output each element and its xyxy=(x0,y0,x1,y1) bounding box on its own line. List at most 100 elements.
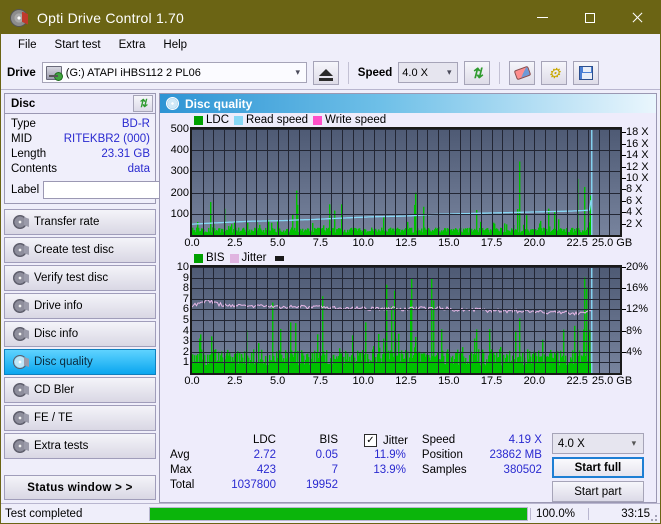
y2-tick-label: 10 X xyxy=(626,172,649,184)
gridline-v xyxy=(385,129,386,235)
legend-label: Read speed xyxy=(246,114,309,126)
menu-file[interactable]: File xyxy=(9,37,46,53)
erase-button[interactable] xyxy=(509,60,536,85)
y2-tick xyxy=(622,155,626,157)
sidebar-item-extra-tests[interactable]: Extra tests xyxy=(4,433,156,459)
y2-tick-label: 14 X xyxy=(626,149,649,162)
sidebar-item-fe-te[interactable]: FE / TE xyxy=(4,405,156,431)
eject-icon xyxy=(318,69,333,81)
sidebar-item-label: Disc info xyxy=(34,328,79,340)
save-button[interactable] xyxy=(573,60,600,85)
tools-button[interactable]: ⚙ xyxy=(541,60,568,85)
legend-bis: BIS xyxy=(194,252,225,264)
x-tick-label: 20.0 xyxy=(523,375,546,387)
close-button[interactable] xyxy=(613,1,660,34)
gridline-v xyxy=(417,267,418,373)
gridline-v xyxy=(449,267,450,373)
y2-tick-label: 20% xyxy=(626,261,649,273)
gridline-v xyxy=(310,267,311,373)
sidebar-item-disc-info[interactable]: Disc info xyxy=(4,321,156,347)
x-tick-label: 7.5 xyxy=(312,237,329,249)
sidebar-item-disc-quality[interactable]: Disc quality xyxy=(4,349,156,375)
y-tick-label: 10 xyxy=(176,261,189,273)
y-tick-label: 9 xyxy=(182,271,189,284)
eject-button[interactable] xyxy=(312,60,339,85)
drive-icon xyxy=(45,65,63,81)
test-speed-value: 4.0 X xyxy=(557,437,585,450)
gridline-v xyxy=(385,267,386,373)
disc-test-icon xyxy=(13,215,27,229)
gridline-v xyxy=(342,267,343,373)
chart2-plot-area[interactable] xyxy=(190,265,622,375)
disc-row-length: Length 23.31 GB xyxy=(11,147,150,162)
sidebar-item-label: FE / TE xyxy=(34,412,73,424)
menu-extra[interactable]: Extra xyxy=(110,37,155,53)
sidebar-item-drive-info[interactable]: Drive info xyxy=(4,293,156,319)
test-speed-select[interactable]: 4.0 X ▾ xyxy=(551,433,644,454)
opti-drive-control-window: Opti Drive Control 1.70 File Start test … xyxy=(0,0,661,524)
legend-swatch-icon xyxy=(194,253,203,263)
gridline-v xyxy=(609,129,610,235)
gridline-v xyxy=(213,129,214,235)
x-tick-label: 2.5 xyxy=(227,237,243,249)
sidebar-item-transfer-rate[interactable]: Transfer rate xyxy=(4,209,156,235)
menu-start-test[interactable]: Start test xyxy=(46,37,110,53)
gridline-v xyxy=(235,267,236,373)
y-tick-label: 7 xyxy=(182,292,189,305)
sidebar-item-verify-test-disc[interactable]: Verify test disc xyxy=(4,265,156,291)
x-tick-label: 10.0 xyxy=(352,237,374,249)
x-tick-label: 22.5 xyxy=(566,375,588,387)
disc-info-icon xyxy=(13,327,27,341)
gridline-v xyxy=(438,267,439,373)
gridline-v xyxy=(599,267,600,373)
y2-tick-label: 4 X xyxy=(626,206,643,219)
chart2-y-axis: 1 2 3 4 5 6 7 8 9 10 xyxy=(160,261,194,375)
sidebar-item-create-test-disc[interactable]: Create test disc xyxy=(4,237,156,263)
chevron-down-icon: ▾ xyxy=(631,438,637,448)
gridline-v xyxy=(460,129,461,235)
toolbar: Drive (G:) ATAPI iHBS112 2 PL06 ▾ Speed … xyxy=(1,56,660,90)
progress-percent: 100.0% xyxy=(530,507,588,520)
y2-tick xyxy=(622,143,626,145)
start-full-button[interactable]: Start full xyxy=(551,457,644,478)
drive-select[interactable]: (G:) ATAPI iHBS112 2 PL06 ▾ xyxy=(41,62,307,83)
close-icon xyxy=(631,12,642,23)
x-tick-label: 25.0 GB xyxy=(591,237,633,249)
minimize-button[interactable] xyxy=(519,1,566,34)
disc-mid-key: MID xyxy=(11,133,33,145)
page-title: Disc quality xyxy=(185,96,253,111)
gridline-v xyxy=(320,267,321,373)
gridline-v xyxy=(353,267,354,373)
y-tick-label: 200 xyxy=(170,186,189,199)
status-window-button[interactable]: Status window > > xyxy=(4,475,156,500)
disc-quality-bis-chart: BIS Jitter 1 2 3 4 5 6 7 8 9 10 4% 8% 12… xyxy=(160,251,656,389)
extra-tests-icon xyxy=(13,439,27,453)
disc-length-key: Length xyxy=(11,148,47,160)
y2-tick xyxy=(622,309,626,311)
jitter-column: ✓ Jitter 11.9% 13.9% xyxy=(364,433,408,478)
gridline-v xyxy=(320,129,321,235)
disc-contents-key: Contents xyxy=(11,163,58,175)
content-area: Disc quality LDC Read speed Write speed … xyxy=(159,90,660,503)
maximize-button[interactable] xyxy=(566,1,613,34)
chart1-plot-area[interactable] xyxy=(190,127,622,237)
sidebar-item-cd-bler[interactable]: CD Bler xyxy=(4,377,156,403)
title-bar: Opti Drive Control 1.70 xyxy=(1,1,660,34)
y2-tick xyxy=(622,178,626,179)
y2-tick xyxy=(622,351,626,353)
legend-ldc: LDC xyxy=(194,114,229,126)
menu-help[interactable]: Help xyxy=(154,37,196,53)
speed-select[interactable]: 4.0 X ▾ xyxy=(398,62,459,83)
refresh-button[interactable]: ⇅ xyxy=(464,60,491,85)
chevron-down-icon: ▾ xyxy=(295,67,301,77)
x-tick-label: 15.0 xyxy=(438,375,460,387)
stats-row-label-total: Total xyxy=(170,479,195,491)
gridline-v xyxy=(310,129,311,235)
disc-refresh-button[interactable]: ⇅ xyxy=(133,95,153,112)
start-part-button[interactable]: Start part xyxy=(551,481,644,502)
gridline-v xyxy=(513,129,514,235)
jitter-checkbox[interactable]: ✓ xyxy=(364,434,377,447)
disc-row-contents: Contents data xyxy=(11,162,150,177)
resize-grip[interactable] xyxy=(648,512,658,522)
gridline-v xyxy=(470,267,471,373)
